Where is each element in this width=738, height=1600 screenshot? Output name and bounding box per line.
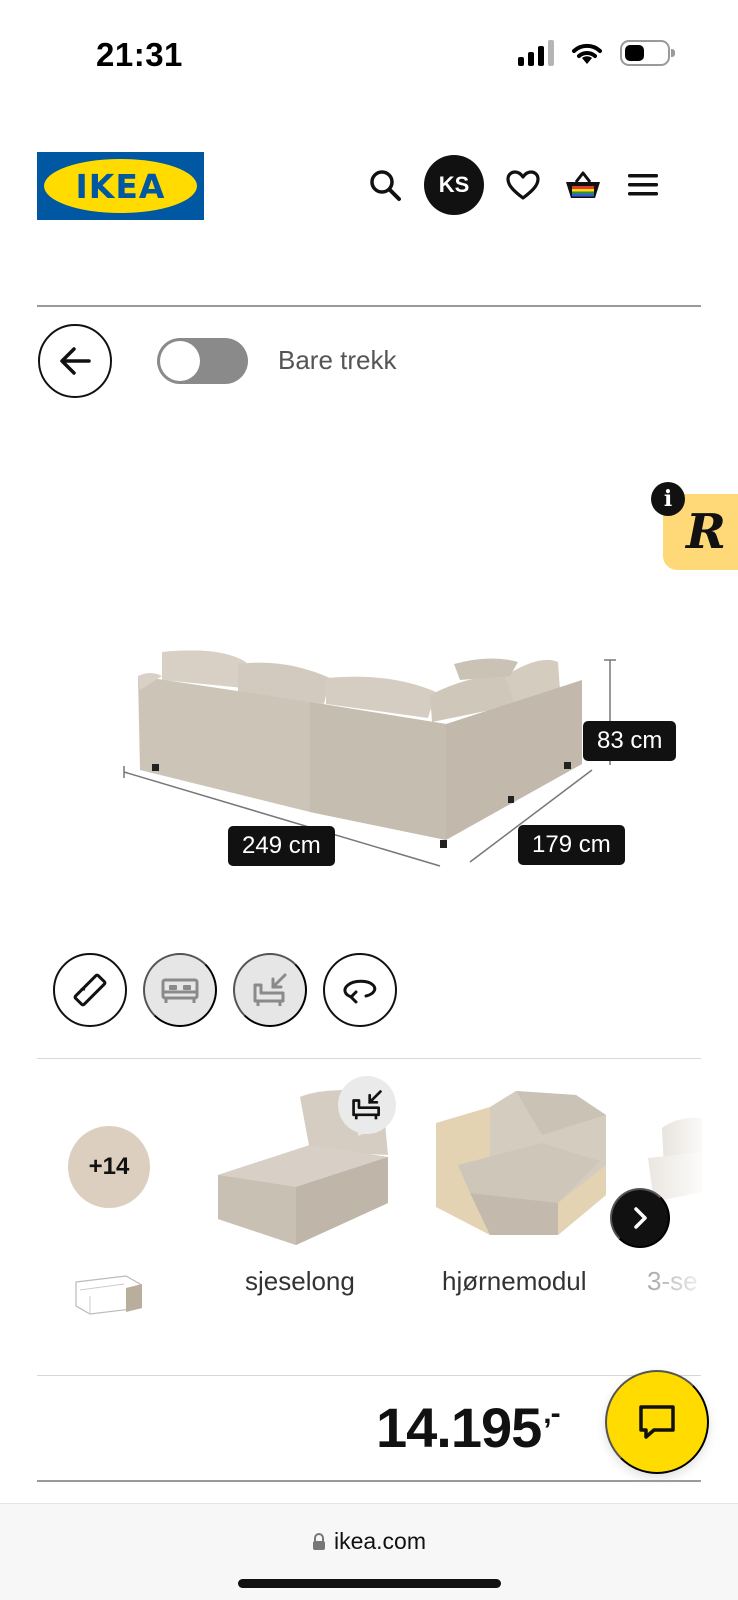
back-button[interactable] [38,324,112,398]
chat-button[interactable] [605,1370,709,1474]
ruler-icon [73,973,107,1007]
price-amount: 14.195 [376,1396,542,1459]
info-icon[interactable]: i [651,482,685,516]
add-module-icon [253,973,287,1006]
more-modules-badge[interactable]: +14 [68,1126,150,1208]
logo-text: IKEA [75,166,166,206]
ikea-logo[interactable]: IKEA [37,152,204,220]
ikea-product-page: 21:31 IKEA KS Bare trekk R i 249 cm 179 … [0,0,738,1600]
add-module-mode-button[interactable] [233,953,307,1027]
toggle-label: Bare trekk [278,345,397,375]
divider [37,1480,701,1482]
divider [37,305,701,307]
menu-icon [628,174,658,196]
chevron-right-icon [634,1207,647,1229]
r-letter: R [686,504,726,560]
status-icons [518,40,675,66]
rotate-view-button[interactable] [323,953,397,1027]
favourites-button[interactable] [493,155,553,215]
search-icon [370,170,401,201]
home-indicator [238,1579,501,1588]
price-suffix: ,- [543,1397,560,1430]
height-dimension-label: 83 cm [583,721,677,761]
carousel-fade [650,1090,702,1290]
module-label-corner[interactable]: hjørnemodul [442,1266,587,1297]
divider [37,1375,701,1376]
width-dimension-label: 249 cm [228,826,335,866]
measure-mode-button[interactable] [53,953,127,1027]
bed-icon [161,978,199,1003]
arrow-left-icon [60,347,91,375]
module-label-chaise[interactable]: sjeselong [245,1266,355,1297]
wifi-icon [572,43,602,64]
header-actions: KS [355,155,673,215]
add-module-icon [352,1090,382,1120]
corner-module-image[interactable] [430,1085,614,1250]
carousel-next-button[interactable] [610,1188,670,1248]
browser-address-bar[interactable]: ikea.com [0,1503,738,1600]
price: 14.195,- [376,1395,561,1460]
cellular-signal-icon [518,40,554,66]
basket-icon [566,171,600,198]
status-time: 21:31 [96,36,183,73]
divider [37,1058,701,1059]
sofa-thumbnail[interactable] [70,1270,146,1316]
battery-icon [620,40,675,66]
bed-mode-button[interactable] [143,953,217,1027]
status-bar: 21:31 [0,0,738,110]
covers-only-toggle[interactable] [157,338,248,384]
chat-icon [639,1405,675,1439]
module-type-badge [338,1076,396,1134]
menu-button[interactable] [613,155,673,215]
rotate-icon [343,979,377,1004]
basket-button[interactable] [553,155,613,215]
url-domain: ikea.com [333,1528,427,1554]
heart-icon [506,170,540,200]
lock-icon [312,1532,325,1550]
account-avatar[interactable]: KS [424,155,484,215]
depth-dimension-label: 179 cm [518,825,625,865]
search-button[interactable] [355,155,415,215]
url-display[interactable]: ikea.com [0,1528,738,1555]
